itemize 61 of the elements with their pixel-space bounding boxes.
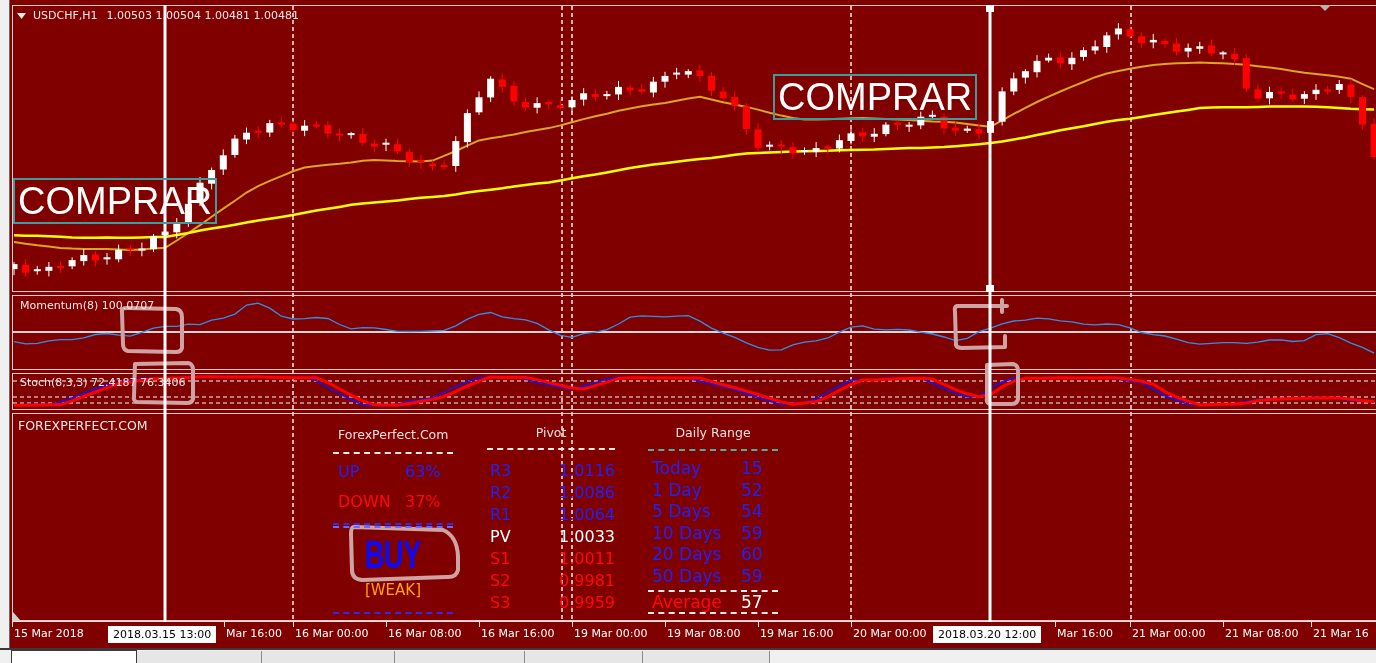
trend-label: DOWN xyxy=(338,492,391,512)
time-label: 19 Mar 08:00 xyxy=(667,627,741,641)
pivot-level-label: R3 xyxy=(490,460,512,482)
pivot-level-value: 0.9981 xyxy=(559,570,615,592)
range-period-label: 10 Days xyxy=(652,522,722,545)
pivot-level-label: R2 xyxy=(490,482,512,504)
time-label: Mar 16:00 xyxy=(226,627,282,641)
time-label: 21 Mar 08:00 xyxy=(1225,627,1299,641)
time-label: 21 Mar 00:00 xyxy=(1132,627,1206,641)
dropdown-triangle-icon[interactable] xyxy=(17,12,26,19)
signal-text: BUY xyxy=(365,536,421,574)
range-period-label: 5 Days xyxy=(652,501,711,523)
range-period-label: 20 Days xyxy=(652,544,722,566)
range-value: 54 xyxy=(741,501,763,523)
indicator-name-label: FOREXPERFECT.COM xyxy=(18,418,148,434)
pivot-level-value: 1.0086 xyxy=(559,482,615,504)
time-label: 19 Mar 00:00 xyxy=(574,627,648,641)
pivot-level-value: 1.0011 xyxy=(559,548,615,570)
range-value: 52 xyxy=(741,479,763,502)
pivot-level-label: S1 xyxy=(490,548,511,570)
range-value: 15 xyxy=(741,458,763,480)
pivot-level-label: PV xyxy=(490,526,511,548)
pivot-title: Pivot xyxy=(535,425,567,440)
symbol-label: USDCHF,H1 xyxy=(33,9,98,22)
time-label: 20 Mar 00:00 xyxy=(853,627,927,641)
time-label: Mar 16:00 xyxy=(1057,627,1113,641)
crosshair-time-label: 2018.03.20 12:00 xyxy=(933,626,1042,643)
pivot-level-value: 1.0033 xyxy=(559,526,615,548)
chart-tab[interactable] xyxy=(11,650,137,663)
time-label: 15 Mar 2018 xyxy=(14,627,84,641)
time-label: 16 Mar 00:00 xyxy=(295,627,369,641)
range-value: 59 xyxy=(741,565,763,588)
buy-signal-label: COMPRAR xyxy=(773,74,978,120)
range-value: 59 xyxy=(741,522,763,545)
average-label: Average xyxy=(652,592,722,611)
corner-triangle-icon xyxy=(13,612,20,620)
time-label: 21 Mar 16 xyxy=(1313,627,1369,641)
time-label: 16 Mar 16:00 xyxy=(481,627,555,641)
trend-percentage: 37% xyxy=(405,492,441,512)
daily-range-title: Daily Range xyxy=(675,425,751,440)
pivot-level-value: 1.0064 xyxy=(559,504,615,526)
summary-title: ForexPerfect.Com xyxy=(338,427,449,442)
signal-strength-text: [WEAK] xyxy=(364,581,422,599)
hand-drawn-highlight xyxy=(952,298,1009,350)
pivot-level-value: 0.9959 xyxy=(559,592,615,614)
time-label: 16 Mar 08:00 xyxy=(388,627,462,641)
range-period-label: Today xyxy=(652,458,702,480)
trend-percentage: 63% xyxy=(405,462,441,482)
pivot-level-label: S3 xyxy=(490,592,511,614)
average-value: 57 xyxy=(741,592,763,611)
crosshair-time-label: 2018.03.15 13:00 xyxy=(108,626,217,643)
trend-label: UP xyxy=(338,462,360,482)
pivot-level-label: S2 xyxy=(490,570,511,592)
vertical-line[interactable] xyxy=(986,5,994,622)
pivot-level-value: 1.0116 xyxy=(559,460,615,482)
range-value: 60 xyxy=(741,544,763,566)
triangle-marker-icon xyxy=(1319,5,1331,11)
range-period-label: 1 Day xyxy=(652,479,702,502)
pivot-level-label: R1 xyxy=(490,504,512,526)
time-label: 19 Mar 16:00 xyxy=(760,627,834,641)
range-period-label: 50 Days xyxy=(652,565,722,588)
